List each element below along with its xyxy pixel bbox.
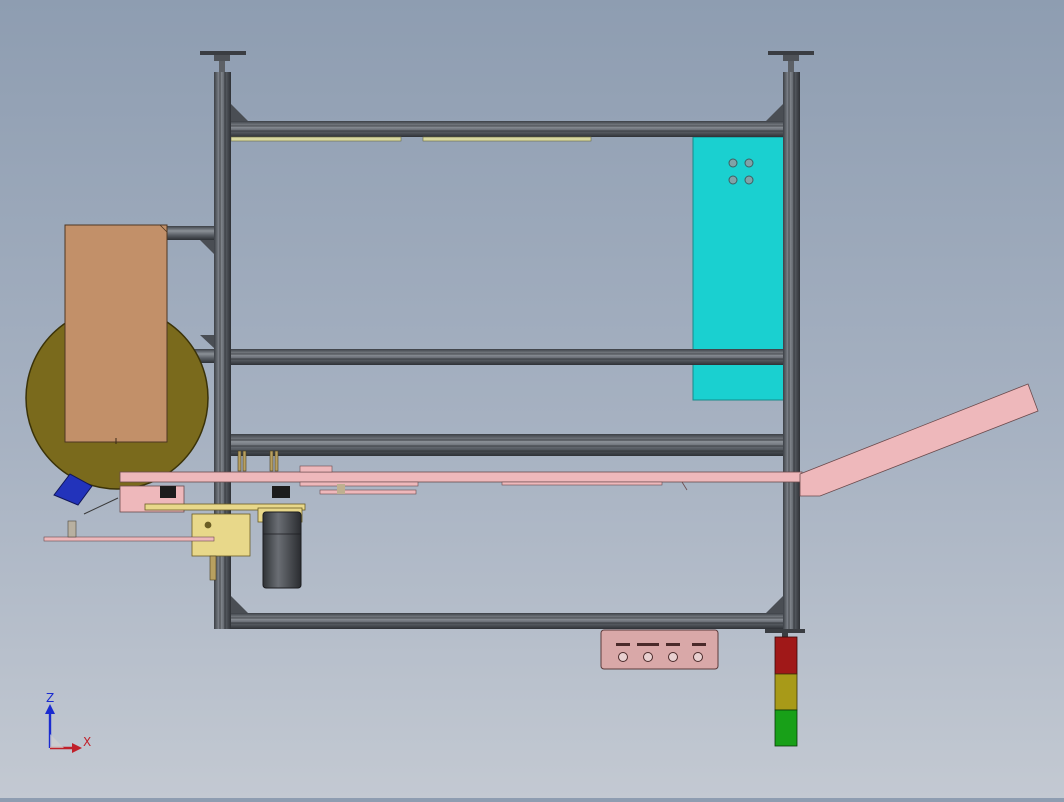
leveling-foot-left [200,51,246,73]
tower-lamp [765,629,805,747]
top-rail-strip-right [422,136,592,142]
leveling-foot-right [768,51,814,73]
top-rail-strip-left [230,136,402,142]
frame-rail-top [229,121,785,137]
frame-post-right [783,72,800,629]
control-box [600,629,719,670]
x-axis-label: X [83,735,91,749]
machine-drawing [25,51,1039,747]
outfeed-ramp [799,383,1039,497]
carton-box [64,224,168,444]
tower-lamp-red [774,636,798,675]
orientation-triad: Z X [45,691,91,753]
side-arm-upper [165,226,215,255]
frame-rail-lower [229,434,785,456]
frame-rail-bottom [229,613,785,629]
cad-viewport[interactable]: Z X [0,0,1064,798]
drive-motor [262,511,302,589]
frame-rail-middle [229,349,785,365]
tower-lamp-yellow [774,673,798,711]
z-axis-label: Z [46,691,54,705]
tower-lamp-green [774,709,798,747]
